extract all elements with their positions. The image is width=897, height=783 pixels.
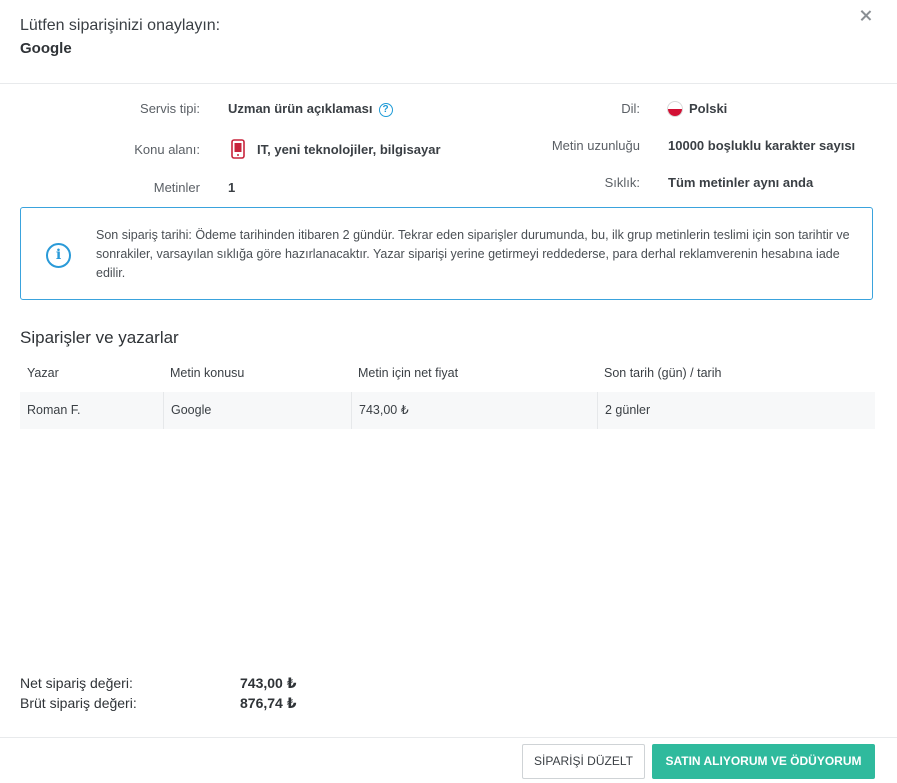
deadline-info-text: Son sipariş tarihi: Ödeme tarihinden iti… bbox=[96, 228, 850, 280]
modal-subtitle: Google bbox=[20, 40, 72, 57]
phone-icon bbox=[231, 139, 245, 159]
cell-deadline: 2 günler bbox=[597, 392, 875, 429]
column-header-net-price: Metin için net fiyat bbox=[358, 366, 459, 380]
cell-author: Roman F. bbox=[27, 403, 81, 417]
modal-title: Lütfen siparişinizi onaylayın: bbox=[20, 17, 221, 34]
service-type-label: Servis tipi: bbox=[140, 101, 200, 116]
table-header: Yazar Metin konusu Metin için net fiyat … bbox=[20, 355, 875, 392]
service-type-value: Uzman ürün açıklaması? bbox=[228, 101, 393, 117]
gross-total-label: Brüt sipariş değeri: bbox=[20, 695, 137, 711]
length-value: 10000 boşluklu karakter sayısı bbox=[668, 138, 856, 153]
texts-label: Metinler bbox=[153, 180, 200, 195]
net-total-label: Net sipariş değeri: bbox=[20, 675, 133, 691]
topic-value: IT, yeni teknolojiler, bilgisayar bbox=[257, 142, 441, 157]
frequency-label: Sıklık: bbox=[604, 175, 640, 190]
table-row: Roman F. Google 743,00 ₺ 2 günler bbox=[20, 392, 875, 429]
buy-and-pay-button[interactable]: SATIN ALIYORUM VE ÖDÜYORUM bbox=[652, 744, 875, 779]
service-type-text: Uzman ürün açıklaması bbox=[228, 101, 373, 116]
help-icon[interactable]: ? bbox=[378, 102, 393, 117]
orders-section-title: Siparişler ve yazarlar bbox=[20, 328, 179, 347]
frequency-value: Tüm metinler aynı anda bbox=[668, 175, 814, 190]
info-icon: i bbox=[46, 243, 71, 268]
deadline-info-box: i Son sipariş tarihi: Ödeme tarihinden i… bbox=[20, 207, 873, 300]
modal-footer: SİPARİŞİ DÜZELT SATIN ALIYORUM VE ÖDÜYOR… bbox=[0, 737, 897, 783]
modal-header: Lütfen siparişinizi onaylayın: Google bbox=[0, 0, 897, 84]
cell-topic: Google bbox=[163, 392, 351, 429]
language-value: Polski bbox=[689, 101, 728, 116]
edit-order-button[interactable]: SİPARİŞİ DÜZELT bbox=[522, 744, 645, 779]
gross-total-value: 876,74 ₺ bbox=[240, 695, 297, 711]
language-label: Dil: bbox=[621, 101, 640, 116]
column-header-topic: Metin konusu bbox=[170, 366, 245, 380]
column-header-deadline: Son tarih (gün) / tarih bbox=[604, 366, 722, 380]
texts-value: 1 bbox=[228, 180, 236, 195]
net-total-value: 743,00 ₺ bbox=[240, 675, 297, 691]
orders-table: Yazar Metin konusu Metin için net fiyat … bbox=[20, 355, 875, 429]
column-header-author: Yazar bbox=[27, 366, 59, 380]
length-label: Metin uzunluğu bbox=[551, 138, 640, 153]
poland-flag-icon bbox=[667, 101, 683, 117]
close-icon[interactable] bbox=[857, 7, 875, 25]
topic-label: Konu alanı: bbox=[134, 142, 200, 157]
cell-net-price: 743,00 ₺ bbox=[351, 392, 597, 429]
order-confirmation-modal: Lütfen siparişinizi onaylayın: Google Se… bbox=[0, 0, 897, 782]
